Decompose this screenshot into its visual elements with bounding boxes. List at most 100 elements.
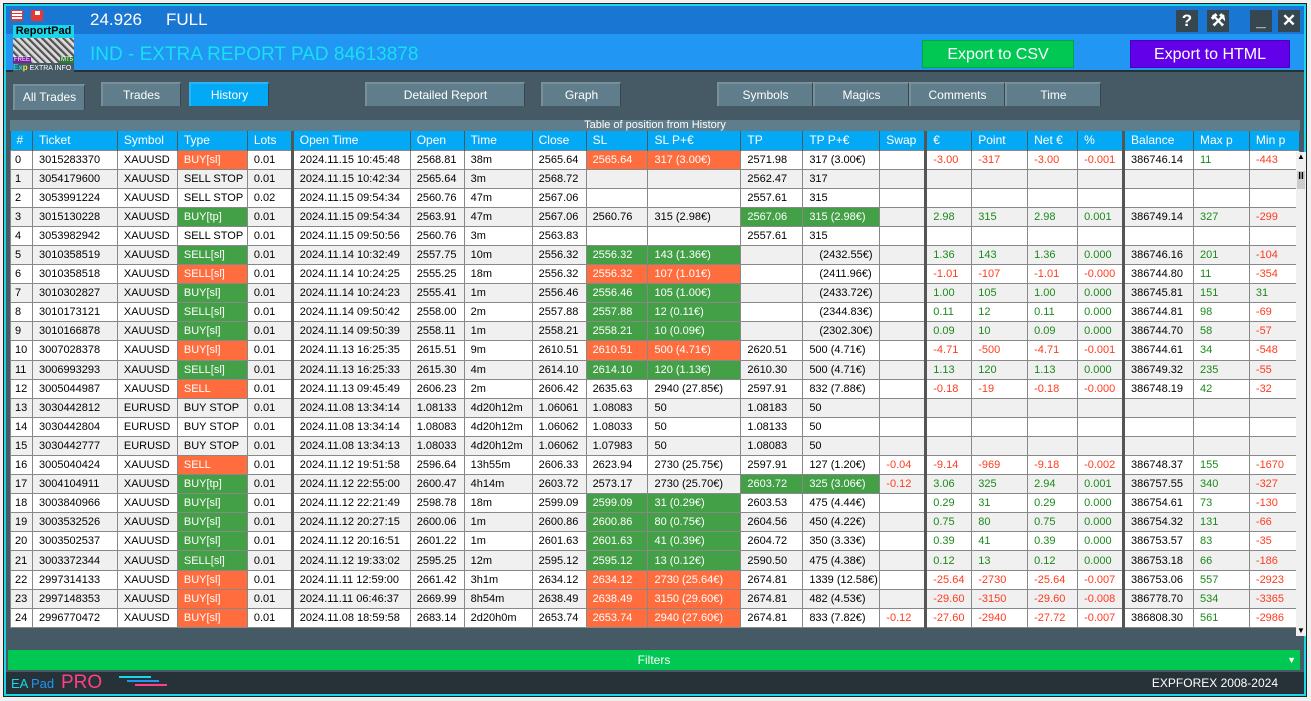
column-header[interactable]: TP <box>740 131 804 150</box>
cell-time: 10m <box>463 244 533 266</box>
table-row[interactable]: 11 3006993293 XAUUSD SELL[sl] 0.01 2024.11.13… <box>10 359 1300 380</box>
cell-min-p <box>1248 225 1300 246</box>
table-row[interactable]: 13 3030442812 EURUSD BUY STOP 0.01 2024.11.08… <box>10 397 1300 418</box>
column-header[interactable]: Point <box>971 131 1029 150</box>
cell-type: SELL[sl] <box>176 264 248 285</box>
cell-time: 1m <box>463 512 533 533</box>
table-row[interactable]: 7 3010302827 XAUUSD BUY[sl] 0.01 2024.11.14 1… <box>10 283 1300 304</box>
cell-symbol: XAUUSD <box>116 340 178 361</box>
scroll-thumb[interactable]: II <box>1297 171 1305 189</box>
list-icon[interactable] <box>11 10 23 21</box>
column-header[interactable]: Balance <box>1122 131 1194 150</box>
tab-history[interactable]: History <box>189 82 269 106</box>
cell-time: 3m <box>463 168 533 189</box>
table-row[interactable]: 4 3053982942 XAUUSD SELL STOP 0.01 2024.11.15… <box>10 225 1300 246</box>
table-row[interactable]: 17 3004104911 XAUUSD BUY[tp] 0.01 2024.11.12 … <box>10 474 1300 495</box>
cell-time: 3h1m <box>463 569 533 590</box>
cell-swap <box>879 512 927 533</box>
cell-index: 16 <box>10 454 33 476</box>
table-row[interactable]: 14 3030442804 EURUSD BUY STOP 0.01 2024.11.08… <box>10 416 1300 437</box>
table-row[interactable]: 19 3003532526 XAUUSD BUY[sl] 0.01 2024.11.12 … <box>10 512 1300 533</box>
column-header[interactable]: Min p <box>1249 131 1300 150</box>
table-row[interactable]: 16 3005040424 XAUUSD SELL 0.01 2024.11.12 19:… <box>10 454 1300 476</box>
cell-tp: 2571.98 <box>740 149 804 170</box>
column-header[interactable]: Open <box>410 131 465 150</box>
tab-time[interactable]: Time <box>1005 82 1101 106</box>
table-row[interactable]: 20 3003502537 XAUUSD BUY[sl] 0.01 2024.11.12 … <box>10 531 1300 552</box>
cell-eur: -4.71 <box>924 340 973 361</box>
table-row[interactable]: 5 3010358519 XAUUSD SELL[sl] 0.01 2024.11.14 … <box>10 244 1300 266</box>
tools-button[interactable]: ⚒ <box>1207 10 1229 32</box>
table-row[interactable]: 8 3010173121 XAUUSD SELL[sl] 0.01 2024.11.14 … <box>10 302 1300 323</box>
column-header[interactable]: % <box>1077 131 1125 150</box>
cell-swap <box>879 264 927 285</box>
cell-open-time: 2024.11.12 20:27:15 <box>290 512 411 533</box>
cell-lots: 0.01 <box>246 168 293 189</box>
cell-tp: 2674.81 <box>740 569 804 590</box>
cell-sl: 2556.46 <box>585 283 649 304</box>
column-header[interactable]: € <box>924 131 973 150</box>
column-header[interactable]: SL <box>586 131 649 150</box>
table-row[interactable]: 18 3003840966 XAUUSD BUY[sl] 0.01 2024.11.12 … <box>10 493 1300 514</box>
minimize-button[interactable]: _ <box>1250 10 1272 32</box>
export-html-button[interactable]: Export to HTML <box>1130 40 1290 68</box>
column-header[interactable]: Swap <box>879 131 927 150</box>
table-row[interactable]: 24 2996770472 XAUUSD BUY[sl] 0.01 2024.11.08 … <box>10 607 1300 628</box>
table-row[interactable]: 10 3007028378 XAUUSD BUY[sl] 0.01 2024.11.13 … <box>10 340 1300 361</box>
table-scrollbar[interactable]: ▲ II ▼ <box>1296 152 1306 636</box>
pro-label: PRO <box>61 672 103 693</box>
table-row[interactable]: 2 3053991224 XAUUSD SELL STOP 0.02 2024.11.15… <box>10 187 1300 208</box>
table-row[interactable]: 0 3015283370 XAUUSD BUY[sl] 0.01 2024.11.15 1… <box>10 149 1300 170</box>
cell-type: SELL[sl] <box>176 359 248 380</box>
tab-symbols[interactable]: Symbols <box>717 82 813 106</box>
tab-trades[interactable]: Trades <box>101 82 181 106</box>
table-row[interactable]: 21 3003372344 XAUUSD SELL[sl] 0.01 2024.11.12… <box>10 550 1300 571</box>
column-header[interactable]: # <box>10 131 33 150</box>
tab-magics[interactable]: Magics <box>813 82 909 106</box>
cell-eur <box>924 225 973 246</box>
help-button[interactable]: ? <box>1176 10 1198 32</box>
export-csv-button[interactable]: Export to CSV <box>922 40 1074 68</box>
table-row[interactable]: 1 3054179600 XAUUSD SELL STOP 0.01 2024.11.15… <box>10 168 1300 189</box>
table-row[interactable]: 3 3015130228 XAUUSD BUY[tp] 0.01 2024.11.15 0… <box>10 206 1300 227</box>
column-header[interactable]: Max p <box>1193 131 1250 150</box>
cell-close: 2557.88 <box>531 302 587 323</box>
cell-min-p: -2986 <box>1248 607 1300 628</box>
column-header[interactable]: Net € <box>1027 131 1079 150</box>
cell-sl: 1.07983 <box>585 435 649 457</box>
column-header[interactable]: Type <box>177 131 248 150</box>
close-button[interactable]: ✕ <box>1278 10 1300 32</box>
column-header[interactable]: TP P+€ <box>802 131 881 150</box>
column-header[interactable]: Close <box>532 131 587 150</box>
column-header[interactable]: Time <box>464 131 533 150</box>
save-icon[interactable] <box>31 10 43 21</box>
cell-pct: -0.000 <box>1077 378 1125 399</box>
table-row[interactable]: 12 3005044987 XAUUSD SELL 0.01 2024.11.13 09:… <box>10 378 1300 399</box>
tab-graph[interactable]: Graph <box>541 82 621 106</box>
cell-point: 41 <box>971 531 1029 552</box>
table-row[interactable]: 23 2997148353 XAUUSD BUY[sl] 0.01 2024.11.11 … <box>10 588 1300 609</box>
tab-comments[interactable]: Comments <box>909 82 1005 106</box>
column-header[interactable]: Lots <box>247 131 293 150</box>
filters-bar[interactable]: Filters ▼ <box>8 650 1300 670</box>
table-row[interactable]: 9 3010166878 XAUUSD BUY[sl] 0.01 2024.11.14 0… <box>10 321 1300 342</box>
scroll-down-icon[interactable]: ▼ <box>1297 626 1305 636</box>
column-header[interactable]: Symbol <box>117 131 178 150</box>
column-header[interactable]: Open Time <box>290 131 411 150</box>
cell-balance <box>1122 168 1194 189</box>
all-trades-button[interactable]: All Trades <box>13 84 85 110</box>
history-table: # Ticket Symbol Type Lots Open Time Open Time Cl… <box>10 131 1300 628</box>
table-row[interactable]: 15 3030442777 EURUSD BUY STOP 0.01 2024.11.08… <box>10 435 1300 457</box>
scroll-up-icon[interactable]: ▲ <box>1297 152 1305 162</box>
cell-open: 2558.11 <box>409 321 465 342</box>
title-bar[interactable]: 24.926 FULL ? ⚒ _ ✕ <box>6 6 1304 34</box>
column-header[interactable]: SL P+€ <box>647 131 742 150</box>
cell-type: BUY[tp] <box>176 206 248 227</box>
cell-swap <box>879 149 927 170</box>
column-header[interactable]: Ticket <box>32 131 118 150</box>
tab-detailed-report[interactable]: Detailed Report <box>365 82 525 106</box>
table-row[interactable]: 6 3010358518 XAUUSD SELL[sl] 0.01 2024.11.14 … <box>10 264 1300 285</box>
cell-lots: 0.01 <box>246 474 293 495</box>
table-row[interactable]: 22 2997314133 XAUUSD BUY[sl] 0.01 2024.11.11 … <box>10 569 1300 590</box>
cell-tp-p-eur: 50 <box>802 397 881 418</box>
